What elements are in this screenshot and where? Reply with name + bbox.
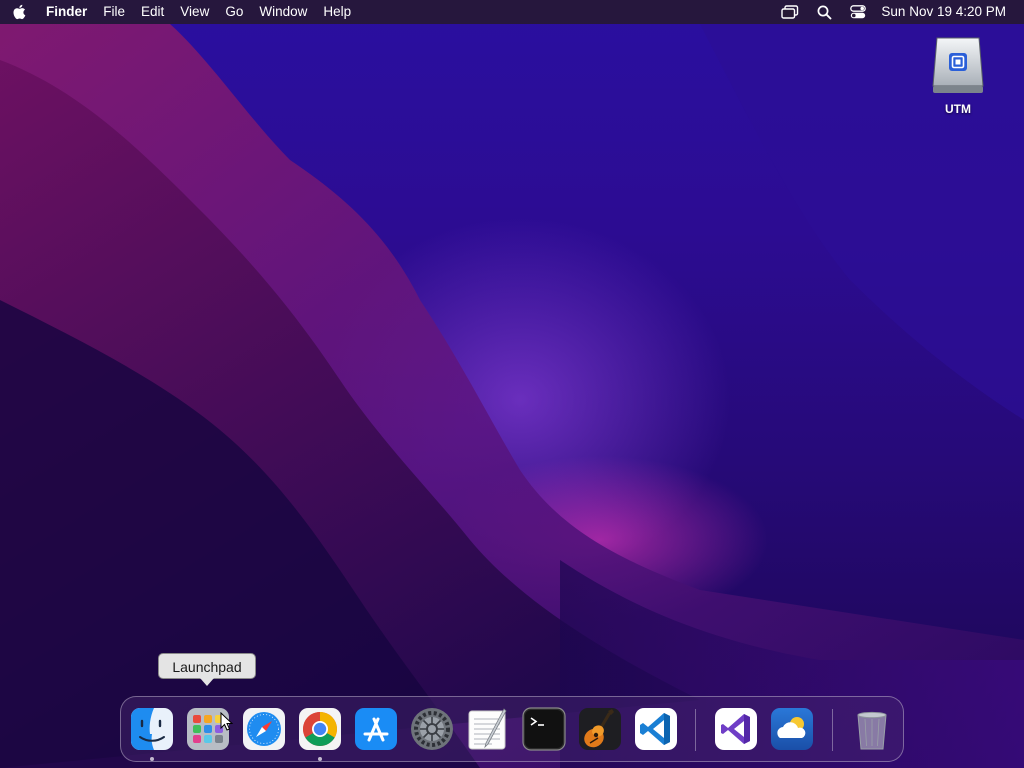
dock-app-store-icon[interactable] [354,707,398,751]
dock-tooltip: Launchpad [158,653,256,679]
menu-view[interactable]: View [172,0,217,24]
menu-edit[interactable]: Edit [133,0,172,24]
dock-terminal-icon[interactable] [522,707,566,751]
menu-items: Finder File Edit View Go Window Help [0,0,359,24]
wallpaper [0,24,1024,768]
dock-textedit-icon[interactable] [466,707,510,751]
dock-chrome-running-indicator [318,757,322,761]
spotlight-search-icon[interactable] [807,0,841,24]
dock-safari-icon[interactable] [242,707,286,751]
desktop-icon-label: UTM [945,102,971,116]
menu-help[interactable]: Help [315,0,359,24]
menu-go[interactable]: Go [217,0,251,24]
dock-chrome-icon[interactable] [298,707,342,751]
desktop[interactable]: Finder File Edit View Go Window Help Sun… [0,0,1024,768]
dock [120,696,904,762]
dock-separator [695,709,696,751]
dock-guitar-icon[interactable] [578,707,622,751]
mouse-pointer-icon [220,712,234,731]
dock-trash-icon[interactable] [850,707,894,751]
desktop-icon-utm[interactable]: UTM [924,34,992,116]
dock-separator [832,709,833,751]
screen-mirroring-icon[interactable] [773,0,807,24]
control-center-icon[interactable] [841,0,875,24]
dock-finder-icon[interactable] [130,707,174,751]
menu-clock[interactable]: Sun Nov 19 4:20 PM [875,0,1024,24]
menu-bar: Finder File Edit View Go Window Help Sun… [0,0,1024,24]
dock-finder-running-indicator [150,757,154,761]
status-area: Sun Nov 19 4:20 PM [773,0,1024,24]
external-drive-icon [932,37,984,93]
dock-weather-icon[interactable] [770,707,814,751]
menu-app-name[interactable]: Finder [38,0,95,24]
tooltip-arrow [200,678,214,686]
dock-settings-gear-icon[interactable] [410,707,454,751]
menu-file[interactable]: File [95,0,133,24]
apple-logo-icon[interactable] [0,0,38,24]
dock-vscode-icon[interactable] [634,707,678,751]
menu-window[interactable]: Window [251,0,315,24]
dock-visual-studio-icon[interactable] [714,707,758,751]
